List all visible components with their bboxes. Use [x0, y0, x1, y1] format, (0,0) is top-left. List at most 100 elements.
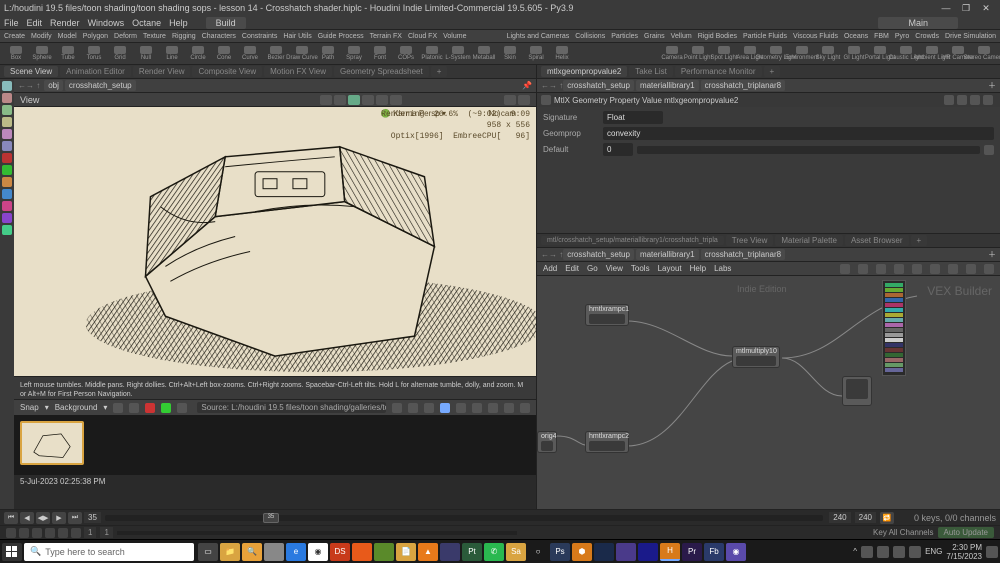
node-path-long[interactable]: mtl/crosshatch_setup/materiallibrary1/cr… [541, 236, 724, 245]
tool-cone[interactable]: Cone [212, 45, 236, 63]
desktop-dropdown[interactable]: Build [206, 17, 246, 29]
tl-end2[interactable]: 240 [855, 512, 876, 523]
refresh-icon[interactable] [957, 95, 967, 105]
tool-lsystem[interactable]: L-System [446, 45, 470, 63]
tool-stereo[interactable]: Stereo Camera [972, 45, 996, 63]
shelf-tab[interactable]: Volume [443, 33, 466, 40]
tl-play-icon[interactable]: ▶ [52, 512, 66, 524]
shelf-tab[interactable]: Lights and Cameras [507, 33, 570, 40]
snap-dropdown[interactable]: Snap [20, 403, 39, 412]
tl-playback-icon[interactable]: ◀▶ [36, 512, 50, 524]
shelf-tab[interactable]: Crowds [915, 33, 939, 40]
timeline-playhead[interactable]: 35 [263, 513, 279, 523]
tool-state-icon[interactable] [2, 153, 12, 163]
shelf-tab[interactable]: Cloud FX [408, 33, 437, 40]
net-search-icon[interactable] [966, 264, 976, 274]
discord-icon[interactable]: ◉ [726, 543, 746, 561]
net-list-icon[interactable] [930, 264, 940, 274]
info-icon[interactable] [970, 95, 980, 105]
net-menu-edit[interactable]: Edit [565, 264, 579, 273]
shelf-tab[interactable]: Viscous Fluids [793, 33, 838, 40]
grid-med-icon[interactable] [408, 403, 418, 413]
tool-envlight[interactable]: Environment [790, 45, 814, 63]
tool-spotlight[interactable]: Spot Light [712, 45, 736, 63]
net-menu-help[interactable]: Help [690, 264, 706, 273]
start-button[interactable] [2, 543, 22, 561]
tool-render-icon[interactable] [2, 213, 12, 223]
tool-camera[interactable]: Camera [660, 45, 684, 63]
net-snap-icon[interactable] [894, 264, 904, 274]
tool-scale-icon[interactable] [2, 117, 12, 127]
help-icon[interactable] [983, 95, 993, 105]
tl-end1[interactable]: 240 [829, 512, 850, 523]
net-wire-icon[interactable] [840, 264, 850, 274]
shelf-tab[interactable]: Modify [31, 33, 52, 40]
shelf-tab[interactable]: Hair Utils [283, 33, 311, 40]
render-viewport[interactable]: 🟢 Karma Persp ▾ No cam Rendering 26.6% (… [14, 107, 536, 377]
tool-annotate-icon[interactable] [2, 201, 12, 211]
net-grid-icon[interactable] [876, 264, 886, 274]
shelf-tab[interactable]: Vellum [671, 33, 692, 40]
blender-icon[interactable]: ⬢ [572, 543, 592, 561]
shelf-tab[interactable]: Deform [114, 33, 137, 40]
param-default-input[interactable]: 0 [603, 143, 633, 156]
shelf-tab[interactable]: Pyro [895, 33, 909, 40]
net-menu-go[interactable]: Go [587, 264, 598, 273]
tool-skin[interactable]: Skin [498, 45, 522, 63]
shelf-tab[interactable]: Oceans [844, 33, 868, 40]
vp-mode-icon[interactable] [320, 95, 332, 105]
tl-first-icon[interactable]: ⏮ [4, 512, 18, 524]
whatsapp-icon[interactable]: ✆ [484, 543, 504, 561]
status-icon[interactable] [19, 528, 29, 538]
net-menu-layout[interactable]: Layout [658, 264, 682, 273]
tool-move-icon[interactable] [2, 93, 12, 103]
tool-grid[interactable]: Grid [108, 45, 132, 63]
status-lang-icon[interactable] [32, 528, 42, 538]
param-signature-dropdown[interactable]: Float [603, 111, 663, 124]
tool-platonic[interactable]: Platonic [420, 45, 444, 63]
tool-drawcurve[interactable]: Draw Curve [290, 45, 314, 63]
keyall-dropdown[interactable]: Key All Channels [873, 528, 933, 537]
network-editor-canvas[interactable]: Indie Edition VEX Builder hmtlxrampc1 hm… [537, 276, 1000, 509]
vp-light-icon[interactable] [362, 95, 374, 105]
grid-large-icon[interactable] [392, 403, 402, 413]
tray-expand-icon[interactable]: ^ [853, 547, 857, 556]
tool-skylight[interactable]: Sky Light [816, 45, 840, 63]
maximize-button[interactable]: ❐ [956, 3, 976, 14]
tray-net-icon[interactable] [893, 546, 905, 558]
app-icon[interactable] [374, 543, 394, 561]
fb-icon[interactable]: Fb [704, 543, 724, 561]
tool-box[interactable]: Box [4, 45, 28, 63]
vp-display-icon[interactable] [390, 95, 402, 105]
minimize-button[interactable]: — [936, 3, 956, 13]
share-icon[interactable] [177, 403, 187, 413]
tray-settings-icon[interactable] [877, 546, 889, 558]
tab-composite[interactable]: Composite View [192, 66, 262, 77]
net-help-icon[interactable] [984, 264, 994, 274]
sa-icon[interactable]: Sa [506, 543, 526, 561]
status-perf-icon[interactable] [71, 528, 81, 538]
app-icon[interactable]: 📄 [396, 543, 416, 561]
pin-icon[interactable]: 📌 [522, 81, 532, 90]
taskbar-search-input[interactable]: 🔍 Type here to search [24, 543, 194, 561]
tool-bezier[interactable]: Bezier [264, 45, 288, 63]
menu-render[interactable]: Render [50, 18, 80, 28]
param-path-a[interactable]: crosshatch_setup [563, 80, 634, 91]
menu-help[interactable]: Help [169, 18, 188, 28]
pr-icon[interactable]: Pr [682, 543, 702, 561]
shelf-tab[interactable]: Rigging [172, 33, 196, 40]
vp-gear-icon[interactable] [504, 95, 516, 105]
path-setup[interactable]: crosshatch_setup [65, 80, 136, 91]
tool-inspect-icon[interactable] [2, 177, 12, 187]
chrome-icon[interactable]: ◉ [308, 543, 328, 561]
tray-lang[interactable]: ENG [925, 547, 942, 556]
tab-add-icon[interactable]: + [431, 66, 448, 77]
tool-ambient[interactable]: Ambient Light [920, 45, 944, 63]
app-icon[interactable] [616, 543, 636, 561]
tool-path[interactable]: Path [316, 45, 340, 63]
shelf-tab[interactable]: Characters [202, 33, 236, 40]
tray-onedrive-icon[interactable] [861, 546, 873, 558]
tool-curve[interactable]: Curve [238, 45, 262, 63]
shelf-tab[interactable]: Guide Process [318, 33, 364, 40]
tool-sphere[interactable]: Sphere [30, 45, 54, 63]
